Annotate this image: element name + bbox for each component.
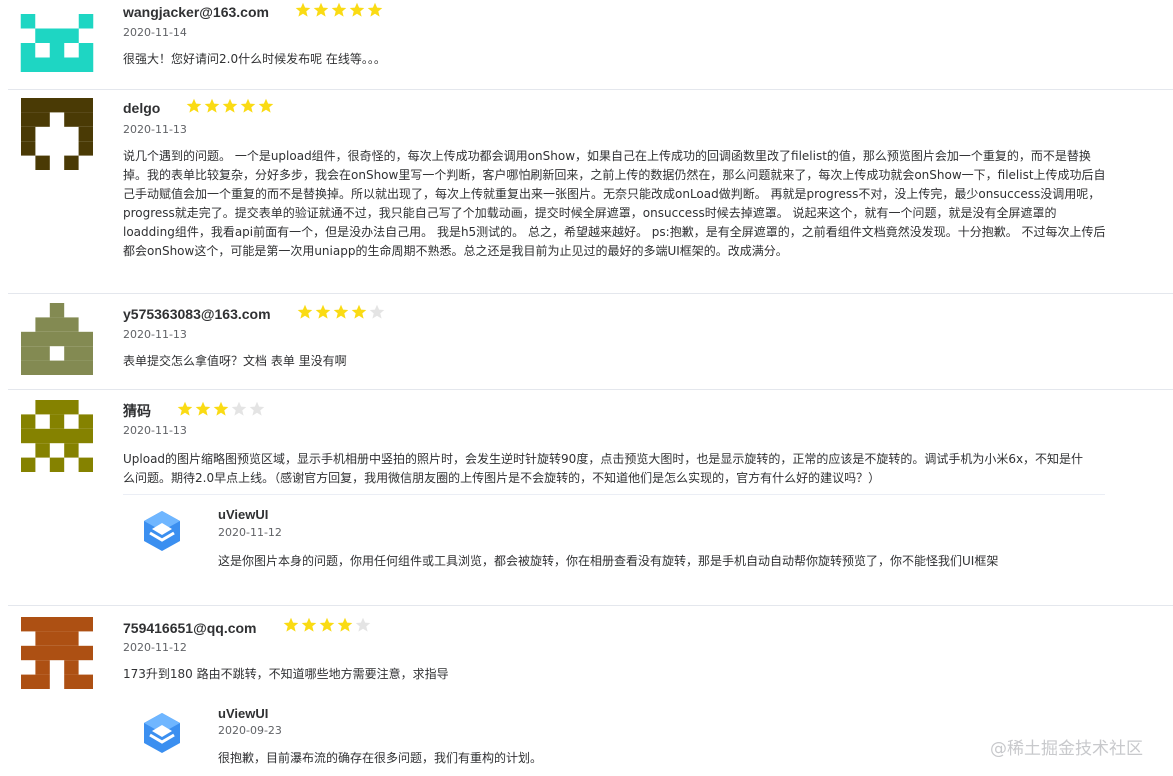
star-filled-icon	[349, 2, 365, 18]
reply-content: 很抱歉，目前瀑布流的确存在很多问题，我们有重构的计划。	[218, 751, 543, 765]
star-rating	[295, 2, 385, 18]
star-filled-icon	[195, 401, 211, 417]
reviewer-name[interactable]: delgo	[123, 99, 160, 117]
divider	[8, 605, 1173, 606]
reply-date: 2020-09-23	[218, 724, 282, 737]
star-empty-icon	[249, 401, 265, 417]
star-filled-icon	[301, 617, 317, 633]
star-filled-icon	[258, 98, 274, 114]
star-filled-icon	[351, 304, 367, 320]
star-filled-icon	[367, 2, 383, 18]
star-filled-icon	[283, 617, 299, 633]
user-avatar[interactable]	[20, 400, 94, 472]
divider	[8, 89, 1173, 90]
reviewer-name[interactable]: wangjacker@163.com	[123, 3, 269, 21]
star-rating	[186, 98, 276, 114]
review-date: 2020-11-13	[123, 328, 187, 341]
reply-author[interactable]: uViewUI	[218, 706, 268, 722]
reply-divider	[123, 494, 1105, 495]
star-filled-icon	[315, 304, 331, 320]
star-empty-icon	[369, 304, 385, 320]
divider	[8, 389, 1173, 390]
reply-author[interactable]: uViewUI	[218, 507, 268, 523]
review-content: 很强大！您好请问2.0什么时候发布呢 在线等。。。	[123, 52, 386, 66]
star-filled-icon	[240, 98, 256, 114]
review-date: 2020-11-13	[123, 424, 187, 437]
star-filled-icon	[213, 401, 229, 417]
star-filled-icon	[222, 98, 238, 114]
star-rating	[177, 401, 267, 417]
star-filled-icon	[331, 2, 347, 18]
star-filled-icon	[297, 304, 313, 320]
star-filled-icon	[204, 98, 220, 114]
star-filled-icon	[177, 401, 193, 417]
review-content: 173升到180 路由不跳转，不知道哪些地方需要注意，求指导	[123, 667, 449, 681]
watermark: @稀土掘金技术社区	[990, 739, 1143, 759]
review-content: 说几个遇到的问题。 一个是upload组件，很奇怪的，每次上传成功都会调用onS…	[123, 149, 1106, 258]
star-filled-icon	[313, 2, 329, 18]
user-avatar[interactable]	[20, 303, 94, 375]
user-avatar[interactable]	[20, 617, 94, 689]
star-filled-icon	[319, 617, 335, 633]
star-filled-icon	[186, 98, 202, 114]
divider	[8, 293, 1173, 294]
reviewer-name[interactable]: y575363083@163.com	[123, 305, 271, 323]
review-date: 2020-11-13	[123, 123, 187, 136]
reviewer-name[interactable]: 猜码	[123, 402, 151, 420]
star-filled-icon	[337, 617, 353, 633]
review-content: Upload的图片缩略图预览区域，显示手机相册中竖拍的照片时，会发生逆时针旋转9…	[123, 452, 1084, 485]
uviewui-logo-icon	[140, 711, 184, 755]
user-avatar[interactable]	[20, 14, 94, 72]
reviewer-name[interactable]: 759416651@qq.com	[123, 619, 257, 637]
star-filled-icon	[333, 304, 349, 320]
user-avatar[interactable]	[20, 98, 94, 170]
review-content: 表单提交怎么拿值呀？文档 表单 里没有啊	[123, 354, 347, 368]
reply-date: 2020-11-12	[218, 526, 282, 539]
review-date: 2020-11-14	[123, 26, 187, 39]
star-rating	[283, 617, 373, 633]
star-rating	[297, 304, 387, 320]
uviewui-logo-icon	[140, 509, 184, 553]
reply-content: 这是你图片本身的问题，你用任何组件或工具浏览，都会被旋转，你在相册查看没有旋转，…	[218, 554, 999, 568]
star-filled-icon	[295, 2, 311, 18]
star-empty-icon	[231, 401, 247, 417]
star-empty-icon	[355, 617, 371, 633]
review-date: 2020-11-12	[123, 641, 187, 654]
